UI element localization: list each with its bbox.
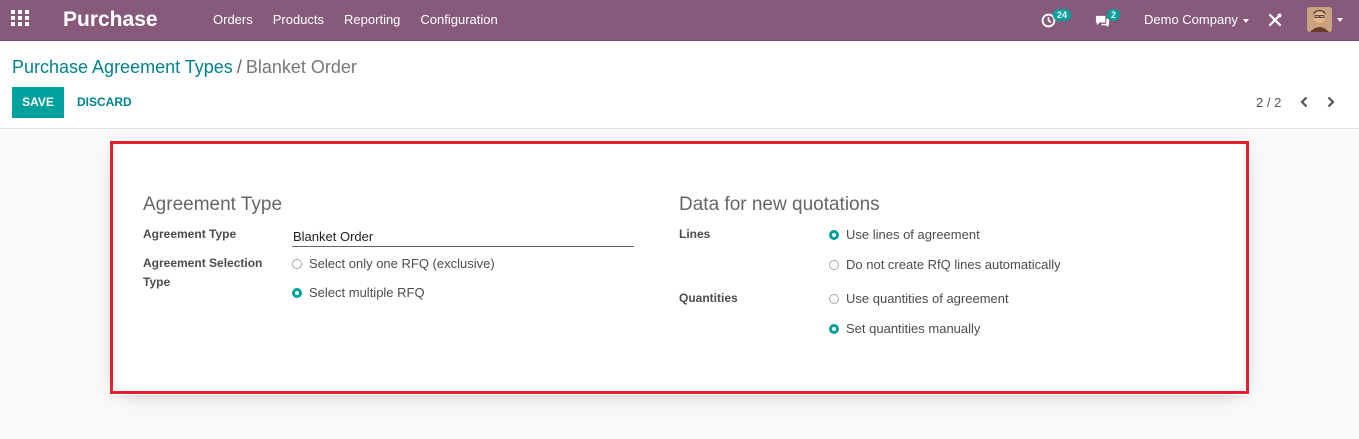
radio-label: Set quantities manually bbox=[846, 321, 981, 336]
lines-label: Lines bbox=[679, 227, 711, 241]
company-name: Demo Company bbox=[1144, 12, 1238, 27]
radio-select-one-rfq[interactable]: Select only one RFQ (exclusive) bbox=[292, 256, 495, 272]
radio-do-not-create-rfq-lines[interactable]: Do not create RfQ lines automatically bbox=[829, 257, 1061, 273]
radio-set-quantities-manually[interactable]: Set quantities manually bbox=[829, 321, 980, 337]
agreement-type-input[interactable] bbox=[292, 226, 634, 247]
radio-checked-icon bbox=[829, 230, 839, 240]
menu-orders[interactable]: Orders bbox=[213, 0, 253, 40]
agreement-selection-type-label-line2: Type bbox=[143, 275, 171, 289]
save-button[interactable]: SAVE bbox=[12, 87, 64, 118]
radio-use-quantities-of-agreement[interactable]: Use quantities of agreement bbox=[829, 291, 1009, 307]
radio-label: Select multiple RFQ bbox=[309, 285, 425, 300]
debug-tools-icon[interactable] bbox=[1268, 13, 1282, 27]
radio-label: Use lines of agreement bbox=[846, 227, 980, 242]
pager-value: 2 / 2 bbox=[1256, 95, 1282, 110]
message-count-badge: 2 bbox=[1107, 9, 1121, 21]
menu-products[interactable]: Products bbox=[273, 0, 324, 40]
breadcrumb-current: Blanket Order bbox=[245, 57, 357, 77]
user-photo-icon bbox=[1307, 7, 1332, 32]
radio-checked-icon bbox=[829, 324, 839, 334]
top-navbar: Purchase Orders Products Reporting Confi… bbox=[0, 0, 1359, 41]
radio-use-lines-of-agreement[interactable]: Use lines of agreement bbox=[829, 227, 980, 243]
user-avatar[interactable] bbox=[1307, 7, 1332, 32]
caret-down-icon bbox=[1242, 18, 1249, 23]
pager-next-icon[interactable] bbox=[1324, 94, 1338, 110]
radio-label: Do not create RfQ lines automatically bbox=[846, 257, 1061, 272]
radio-unchecked-icon bbox=[292, 259, 302, 269]
messages-button[interactable]: 2 bbox=[1093, 9, 1123, 31]
menu-reporting[interactable]: Reporting bbox=[344, 0, 400, 40]
apps-menu-icon[interactable] bbox=[11, 10, 31, 30]
activity-button[interactable]: 24 bbox=[1040, 9, 1072, 31]
control-panel: Purchase Agreement Types / Blanket Order S… bbox=[0, 41, 1359, 129]
company-switcher[interactable]: Demo Company bbox=[1144, 0, 1249, 40]
app-title[interactable]: Purchase bbox=[63, 6, 158, 34]
discard-button[interactable]: DISCARD bbox=[70, 87, 139, 118]
main-menu: Orders Products Reporting Configuration bbox=[213, 0, 518, 40]
radio-checked-icon bbox=[292, 288, 302, 298]
activity-count-badge: 24 bbox=[1053, 9, 1072, 21]
form-sheet bbox=[110, 141, 1250, 395]
user-menu-caret-icon[interactable] bbox=[1337, 18, 1343, 22]
quantities-label: Quantities bbox=[679, 291, 738, 305]
radio-label: Use quantities of agreement bbox=[846, 291, 1009, 306]
breadcrumb-separator: / bbox=[236, 57, 242, 77]
radio-label: Select only one RFQ (exclusive) bbox=[309, 256, 495, 271]
new-quotations-group-title: Data for new quotations bbox=[679, 194, 880, 215]
agreement-type-group-title: Agreement Type bbox=[143, 194, 283, 215]
menu-configuration[interactable]: Configuration bbox=[420, 0, 497, 40]
radio-select-multiple-rfq[interactable]: Select multiple RFQ bbox=[292, 285, 425, 301]
radio-unchecked-icon bbox=[829, 260, 839, 270]
breadcrumb-parent[interactable]: Purchase Agreement Types bbox=[12, 57, 233, 77]
breadcrumb: Purchase Agreement Types / Blanket Order bbox=[12, 55, 357, 79]
agreement-type-label: Agreement Type bbox=[143, 227, 237, 241]
radio-unchecked-icon bbox=[829, 294, 839, 304]
pager-previous-icon[interactable] bbox=[1297, 94, 1311, 110]
agreement-selection-type-label-line1: Agreement Selection bbox=[143, 256, 263, 270]
